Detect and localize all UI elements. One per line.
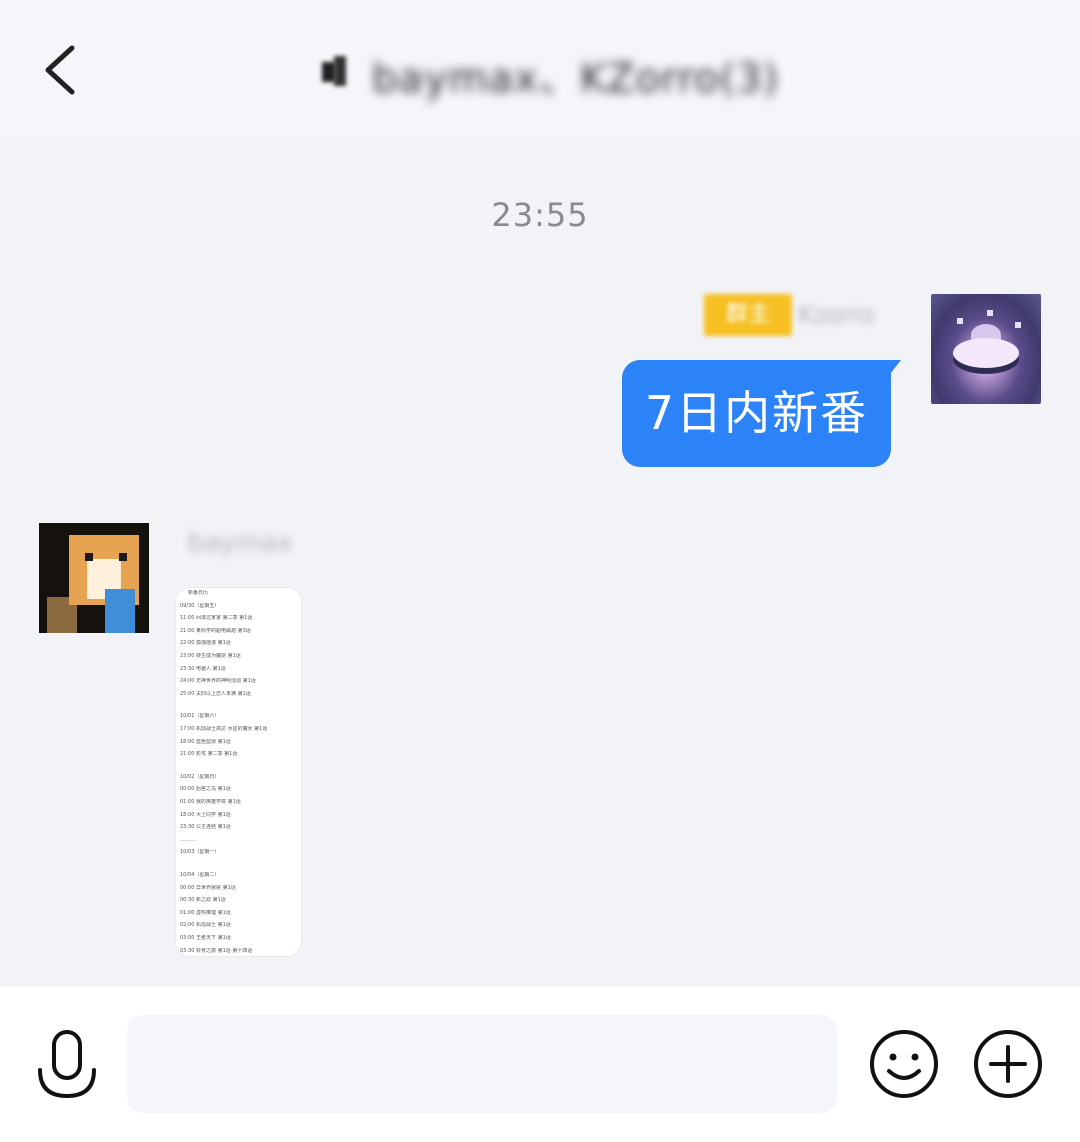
avatar-pixel xyxy=(105,589,135,633)
image-text-line: 21:00 影宅 第二季 第1话 xyxy=(180,751,238,758)
outgoing-message-bubble[interactable]: 7日内新番 xyxy=(622,360,901,467)
chat-title-text: baymax、KZorro(3) xyxy=(372,56,780,102)
image-text-line: 10/02（星期日） xyxy=(180,773,220,780)
image-text-line: 00:00 后宫之乌 第1话 xyxy=(180,786,231,793)
image-text-line: 18:00 蓝色监狱 第1话 xyxy=(180,738,231,745)
image-text-line: 01:00 虚构推理 第1话 xyxy=(180,909,231,916)
chat-header: baymax、KZorro(3) xyxy=(0,0,1080,138)
message-input[interactable] xyxy=(127,1015,837,1113)
chat-title: baymax、KZorro(3) xyxy=(310,40,780,102)
star-decoration xyxy=(1015,322,1021,328)
image-text-line: 03:30 铃芽之旅 第1话 第十四话 xyxy=(180,947,253,954)
message-timestamp: 23:55 xyxy=(491,196,589,234)
avatar-self[interactable] xyxy=(931,294,1041,404)
sender-name-self: Kzorro xyxy=(798,301,875,329)
star-decoration xyxy=(957,318,963,324)
image-text-line: 新番日历 xyxy=(188,590,209,596)
image-text-line: 23:30 公主连结 第1话 xyxy=(180,824,231,831)
avatar-eye xyxy=(119,553,127,561)
image-text-line: 09/30（星期五） xyxy=(180,602,220,609)
image-text-line xyxy=(180,862,298,869)
microphone-icon[interactable] xyxy=(36,1030,98,1100)
smiley-icon[interactable] xyxy=(869,1029,939,1099)
sender-name-contact: baymax xyxy=(188,528,293,558)
image-text-line: 10/03（星期一） xyxy=(180,849,220,856)
image-text-line: 10/04（星期二） xyxy=(180,872,220,878)
image-text-line: 02:00 机动战士 第1话 xyxy=(180,922,231,929)
image-text-line: 21:00 某科学的超电磁炮 第3话 xyxy=(180,627,251,634)
image-text-line: 11:00 间谍过家家 第二季 第1话 xyxy=(180,615,253,622)
image-text-line: 10/01（星期六） xyxy=(180,713,220,720)
image-text-line xyxy=(180,703,298,710)
group-badge-icon xyxy=(322,56,346,86)
image-text-line: 00:00 异世界舅舅 第1话 xyxy=(180,884,236,891)
image-text-line: 25:00 夫妇以上恋人未满 第1话 xyxy=(180,690,251,697)
owner-tag: 群主 xyxy=(704,294,792,336)
image-text-line: 17:00 机动战士高达 水星的魔女 第1话 xyxy=(180,726,268,732)
saucer-body xyxy=(953,338,1019,368)
image-text-line: 01:00 我的英雄学院 第1话 xyxy=(180,799,241,805)
image-text-line: 23:30 电锯人 第1话 xyxy=(180,665,226,672)
image-text-line: 23:00 转生成为魔剑 第1话 xyxy=(180,653,241,659)
plus-circle-icon[interactable] xyxy=(973,1029,1043,1099)
image-text-line: 24:00 无神世界的神明活动 第1话 xyxy=(180,678,256,685)
image-text-line: .......... xyxy=(180,836,196,843)
star-decoration xyxy=(987,310,993,316)
image-text-line xyxy=(180,764,298,771)
avatar-contact[interactable] xyxy=(39,523,149,633)
image-message[interactable]: 新番日历 09/30（星期五） 11:00 间谍过家家 第二季 第1话 21:00 某… xyxy=(176,588,301,956)
image-text-line: 03:00 王者天下 第1话 xyxy=(180,935,231,941)
chevron-left-icon[interactable] xyxy=(30,38,90,102)
avatar-eye xyxy=(85,553,93,561)
image-text-line: 22:00 孤独摇滚 第1话 xyxy=(180,640,231,647)
image-text-line: 18:00 大上同学 第1话 xyxy=(180,811,231,818)
image-text-line: 00:30 新之助 第1话 xyxy=(180,897,226,904)
